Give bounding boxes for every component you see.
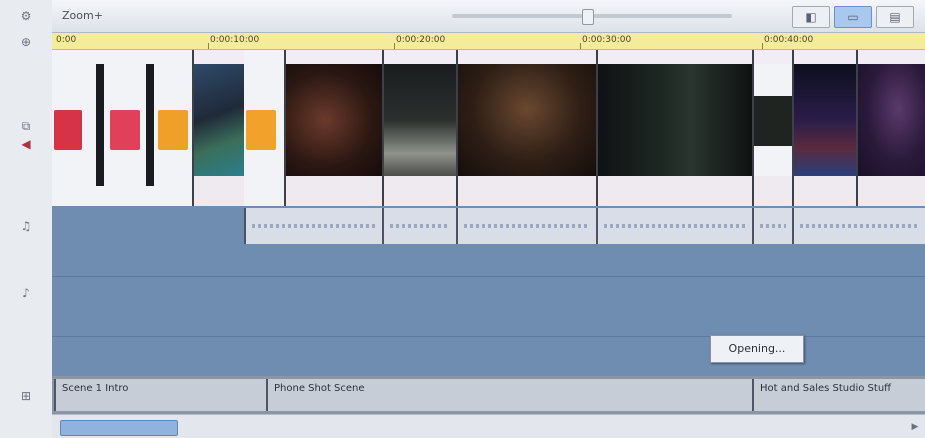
audio-clip[interactable] [456, 208, 596, 244]
title-track-icon[interactable]: ⊞ [10, 388, 42, 404]
track-header-strip: ⚙ ⊕ ⧉ ◀ ♫ ♪ ⊞ [0, 0, 53, 438]
video-clip[interactable] [792, 50, 856, 206]
video-editor-timeline: ⚙ ⊕ ⧉ ◀ ♫ ♪ ⊞ Zoom+ ◧ ▭ ▤ 0:00 0:00:10:0… [0, 0, 925, 438]
ruler-tick [580, 43, 581, 49]
audio-waveform [464, 224, 590, 228]
black-clip[interactable] [146, 64, 154, 186]
audio-waveform [760, 224, 786, 228]
audio-waveform [604, 224, 746, 228]
audio-clip[interactable] [382, 208, 456, 244]
video-clip[interactable] [284, 50, 382, 206]
title-clip[interactable]: Scene 1 Intro [54, 379, 266, 411]
audio-clip[interactable] [752, 208, 792, 244]
video-track-icon[interactable]: ⧉ [10, 118, 42, 134]
view-button-storyboard[interactable]: ◧ [792, 6, 830, 28]
video-clip[interactable] [192, 50, 244, 206]
video-track [52, 50, 925, 206]
audio-clip[interactable] [244, 208, 382, 244]
scroll-right-arrow-icon[interactable]: ▶ [909, 420, 921, 434]
track-divider [52, 276, 925, 277]
timecode-label: 0:00:30:00 [582, 35, 632, 45]
view-button-list[interactable]: ▤ [876, 6, 914, 28]
collapse-arrow-icon[interactable]: ◀ [10, 136, 42, 152]
settings-icon[interactable]: ⚙ [10, 8, 42, 24]
timecode-ruler[interactable]: 0:00 0:00:10:00 0:00:20:00 0:00:30:00 0:… [52, 33, 925, 50]
ruler-tick [208, 43, 209, 49]
audio-waveform [800, 224, 919, 228]
audio-clip[interactable] [596, 208, 752, 244]
video-clip[interactable] [596, 50, 752, 206]
timecode-label: 0:00:40:00 [764, 35, 814, 45]
audio-clip[interactable] [792, 208, 925, 244]
black-clip[interactable] [96, 64, 104, 186]
zoom-slider-handle[interactable] [582, 9, 594, 25]
zoom-slider[interactable] [452, 9, 732, 25]
timeline-toolbar: Zoom+ ◧ ▭ ▤ [52, 0, 925, 33]
video-clip[interactable] [382, 50, 456, 206]
music-track-icon[interactable]: ♪ [10, 285, 42, 301]
audio-waveform [390, 224, 450, 228]
scrollbar-thumb[interactable] [60, 420, 178, 436]
add-track-icon[interactable]: ⊕ [10, 34, 42, 50]
view-button-timeline[interactable]: ▭ [834, 6, 872, 28]
audio-track-icon[interactable]: ♫ [10, 218, 42, 234]
transition-clip[interactable] [54, 110, 82, 150]
title-track: Scene 1 Intro Phone Shot Scene Hot and S… [52, 376, 925, 414]
status-tooltip: Opening... [710, 335, 804, 363]
transition-clip[interactable] [110, 110, 140, 150]
toolbar-title: Zoom+ [62, 9, 103, 22]
ruler-tick [394, 43, 395, 49]
title-clip[interactable]: Hot and Sales Studio Stuff [752, 379, 925, 411]
video-clip[interactable] [456, 50, 596, 206]
horizontal-scrollbar[interactable]: ▶ [52, 414, 925, 438]
transition-clip[interactable] [158, 110, 188, 150]
transition-clip[interactable] [246, 110, 276, 150]
video-clip[interactable] [856, 50, 925, 206]
audio-waveform [252, 224, 376, 228]
timecode-label: 0:00:10:00 [210, 35, 260, 45]
title-clip[interactable]: Phone Shot Scene [266, 379, 752, 411]
timecode-label: 0:00:20:00 [396, 35, 446, 45]
ruler-tick [762, 43, 763, 49]
audio-track [52, 206, 925, 246]
timecode-label: 0:00 [56, 35, 77, 45]
video-clip[interactable] [752, 50, 792, 206]
